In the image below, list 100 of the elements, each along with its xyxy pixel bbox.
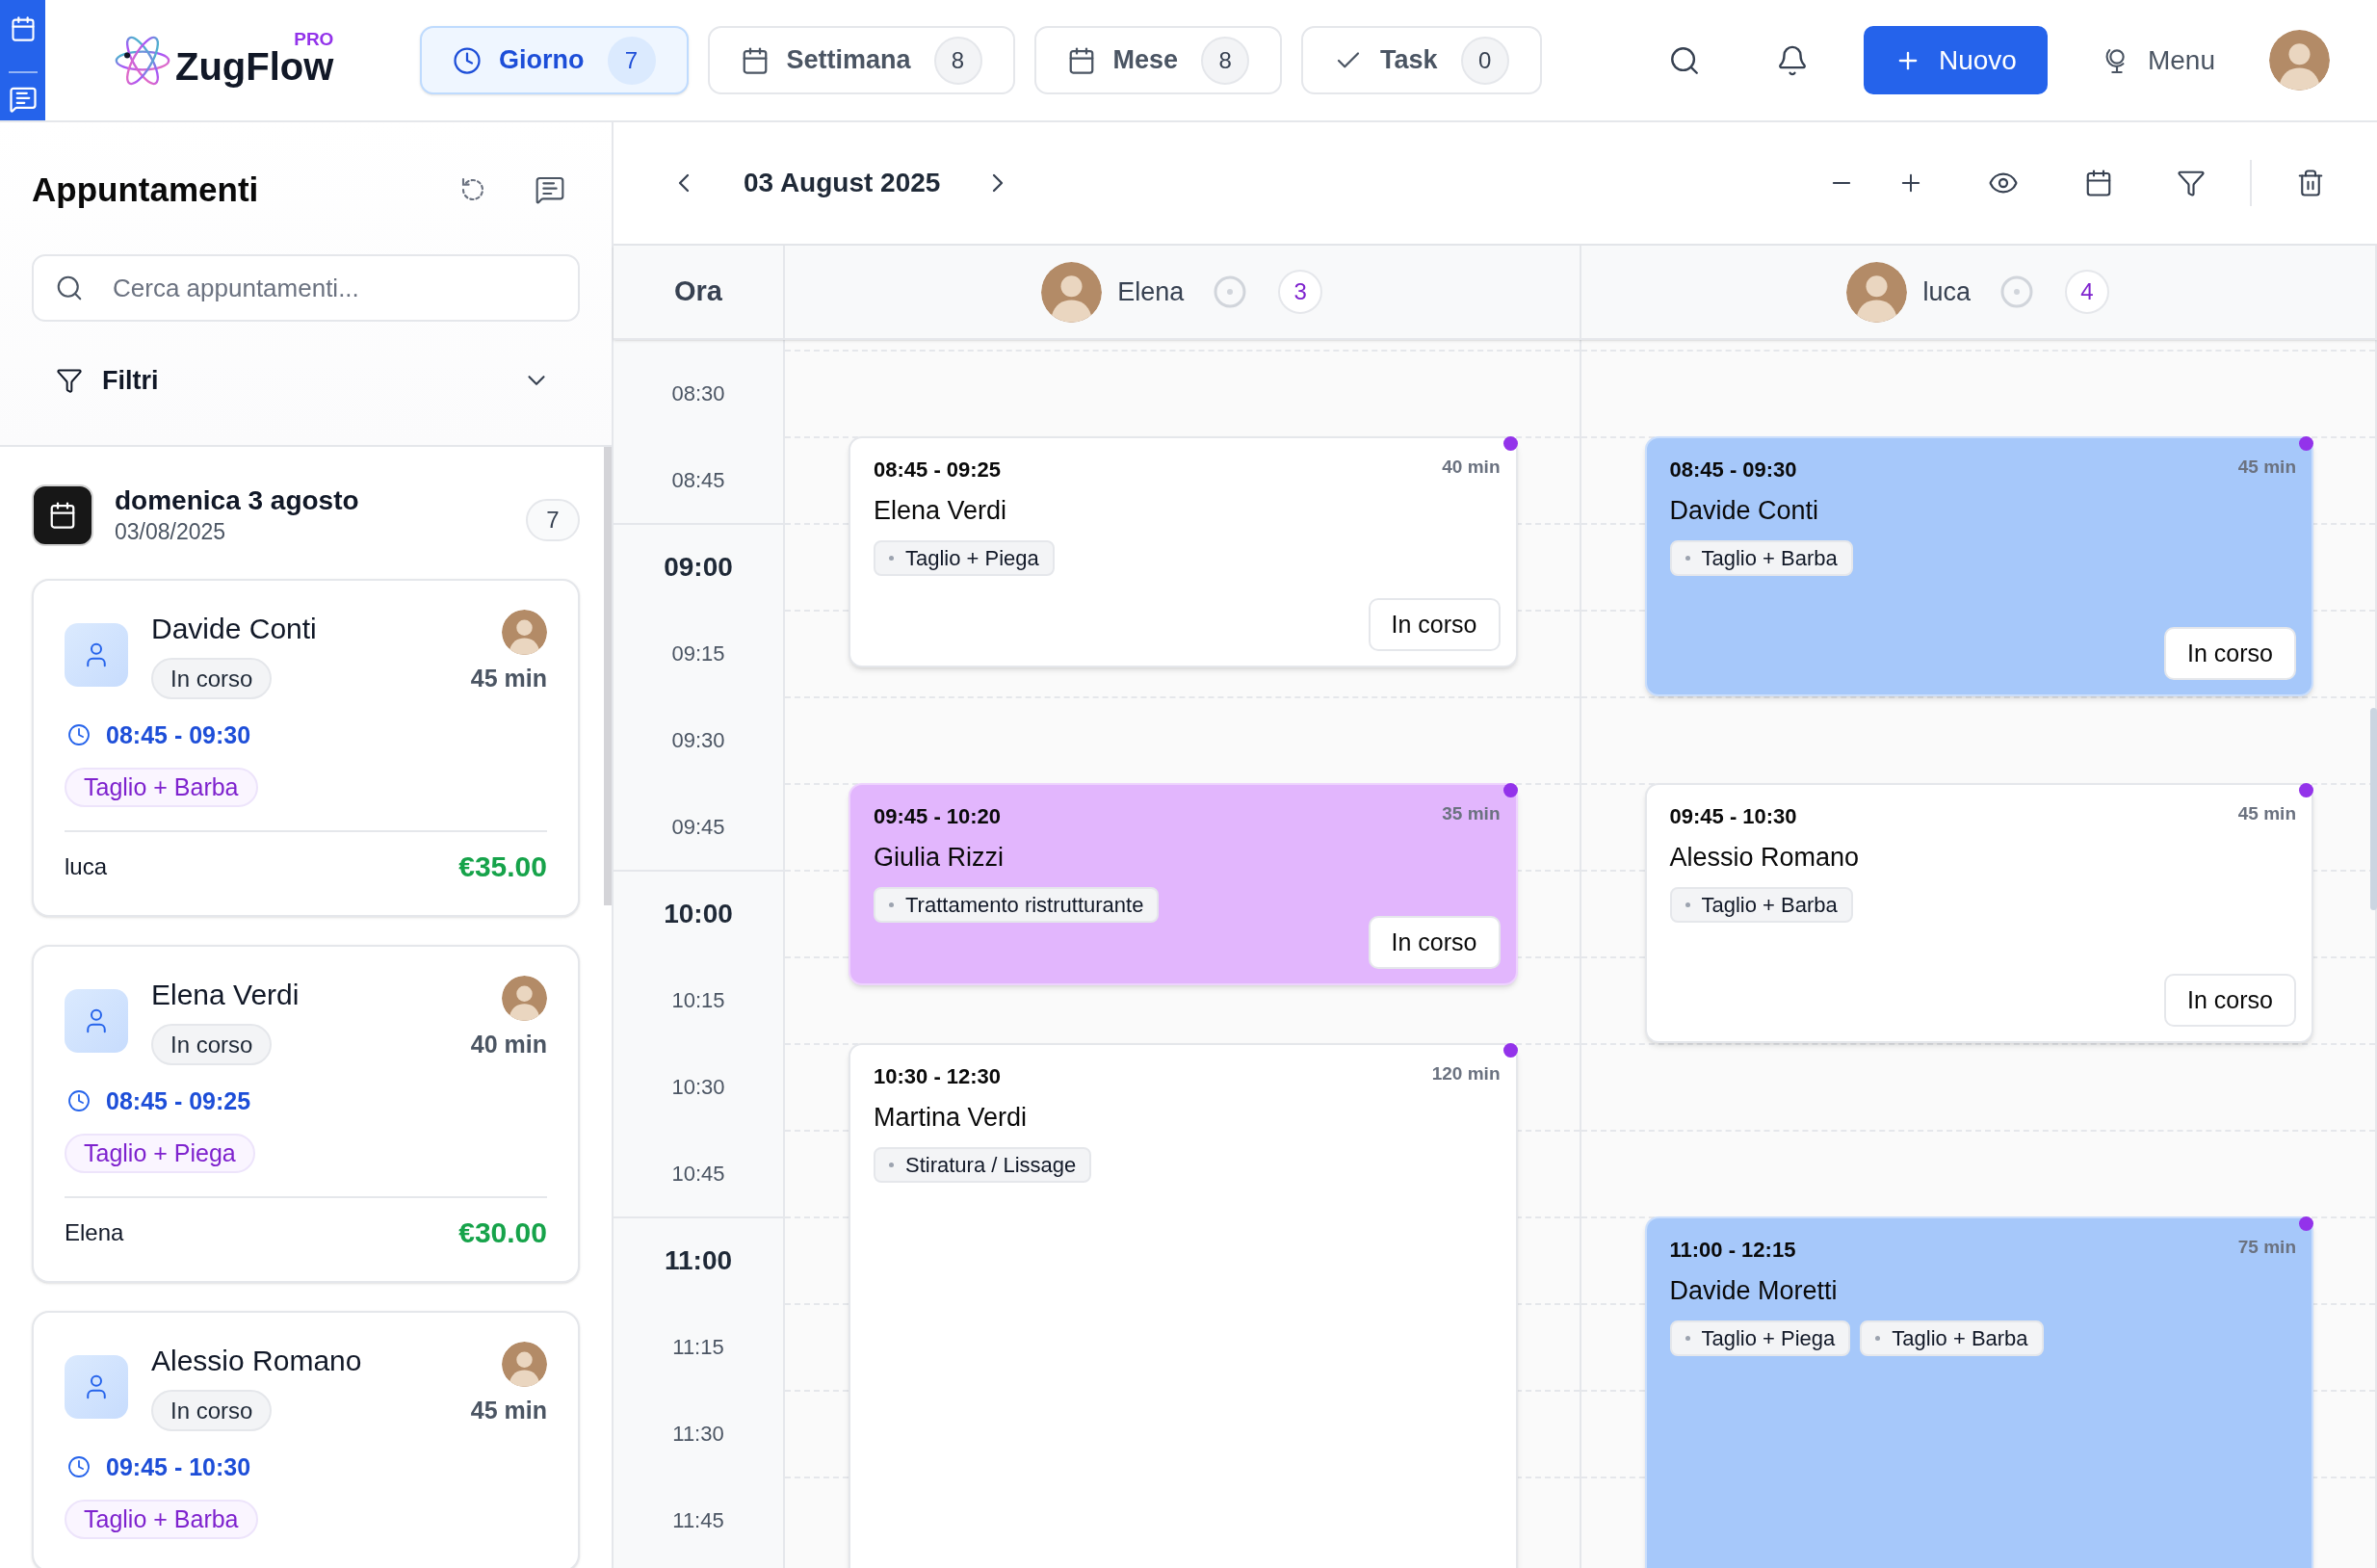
count-badge: 7 (526, 499, 580, 541)
appointment-card[interactable]: Alessio Romano In corso 45 min 09:45 - 10:30 Taglio + Barba (32, 1311, 580, 1568)
chat-icon[interactable] (8, 85, 38, 114)
time-label: 10:30 (671, 1073, 725, 1101)
appointment-card[interactable]: 09:45 - 10:20 35 min Giulia Rizzi Trattamento ristrutturante In corso (849, 783, 1518, 985)
person-icon (65, 1355, 128, 1419)
time-label: 09:00 (664, 551, 733, 584)
trash-icon[interactable] (2296, 169, 2325, 197)
time-label: 10:45 (671, 1160, 725, 1188)
calendar-icon (32, 484, 93, 546)
duration-text: 45 min (470, 664, 547, 693)
appointment-card[interactable]: 08:45 - 09:30 45 min Davide Conti Taglio + Barba In corso (1644, 436, 2313, 696)
time-label: 11:00 (664, 1244, 733, 1277)
funnel-icon[interactable] (2177, 169, 2206, 197)
clock-icon (67, 723, 91, 746)
duration-text: 45 min (2237, 456, 2296, 479)
count-badge: 7 (607, 36, 656, 85)
appointment-card[interactable]: Elena Verdi In corso 40 min 08:45 - 09:25 Taglio + Piega Elena €30.00 (32, 945, 580, 1283)
time-label: 08:45 (671, 466, 725, 494)
count-badge: 4 (2065, 270, 2109, 314)
status-button[interactable]: In corso (1368, 598, 1501, 651)
time-label: 09:15 (671, 640, 725, 667)
staff-avatar (502, 610, 547, 655)
client-name: Giulia Rizzi (874, 842, 1006, 874)
client-name: Martina Verdi (874, 1102, 1029, 1134)
client-name: Elena Verdi (874, 495, 1008, 527)
time-range: 08:45 - 09:30 (1669, 457, 1797, 483)
circle-dot-icon[interactable] (1999, 274, 2034, 309)
view-tab[interactable]: Task 0 (1301, 26, 1542, 94)
client-name: Davide Moretti (1669, 1275, 1839, 1307)
staff-avatar (502, 976, 547, 1021)
staff-name: Elena (1117, 275, 1185, 308)
bullet-icon (1875, 1336, 1881, 1341)
calendar-icon[interactable] (2084, 169, 2113, 197)
person-icon (65, 989, 128, 1053)
clock-icon (67, 1455, 91, 1478)
duration-text: 35 min (1442, 802, 1501, 825)
time-range: 08:45 - 09:25 (106, 1086, 251, 1115)
search-icon (55, 274, 84, 302)
staff-avatar (1846, 261, 1908, 323)
status-pill: In corso (151, 1390, 273, 1431)
appointment-card[interactable]: 11:00 - 12:15 75 min Davide Moretti Taglio + Piega Taglio + Barba (1644, 1216, 2313, 1568)
current-date: 03 August 2025 (744, 167, 941, 199)
time-range: 11:00 - 12:15 (1669, 1237, 1796, 1264)
time-label: 09:30 (671, 726, 725, 754)
appointment-card[interactable]: 10:30 - 12:30 120 min Martina Verdi Stiratura / Lissage (849, 1043, 1518, 1568)
chat-icon[interactable] (535, 174, 565, 205)
duration-text: 45 min (2237, 802, 2296, 825)
time-label: 08:30 (671, 379, 725, 407)
new-button[interactable]: Nuovo (1863, 26, 2048, 94)
staff-avatar (1041, 261, 1103, 323)
service-chip: Taglio + Barba (1669, 540, 1853, 576)
client-name: Alessio Romano (151, 1344, 362, 1378)
time-label: 11:30 (672, 1420, 724, 1448)
appointment-card[interactable]: 08:45 - 09:25 40 min Elena Verdi Taglio + Piega In corso (849, 436, 1518, 667)
time-label: 10:15 (671, 986, 725, 1014)
staff-avatar (502, 1342, 547, 1387)
time-label: 10:00 (664, 898, 733, 930)
clock-icon (453, 45, 482, 75)
status-button[interactable]: In corso (2164, 627, 2296, 680)
day-date: 03/08/2025 (115, 518, 227, 546)
time-label: 11:15 (672, 1333, 724, 1361)
bullet-icon (889, 1163, 894, 1167)
calendar-icon[interactable] (9, 15, 37, 42)
appointment-card[interactable]: Davide Conti In corso 45 min 08:45 - 09:30 Taglio + Barba luca €35.00 (32, 579, 580, 917)
menu-button[interactable]: Menu (2101, 39, 2215, 81)
appointment-card[interactable]: 09:45 - 10:30 45 min Alessio Romano Taglio + Barba In corso (1644, 783, 2313, 1043)
count-badge: 3 (1278, 270, 1323, 314)
day-title: domenica 3 agosto (115, 484, 359, 517)
status-button[interactable]: In corso (2164, 974, 2296, 1027)
filters-toggle[interactable]: Filtri (32, 361, 580, 400)
sidebar-title: Appuntamenti (32, 170, 259, 209)
duration-text: 40 min (1442, 456, 1501, 479)
client-name: Elena Verdi (151, 978, 300, 1012)
scrollbar-thumb[interactable] (604, 447, 612, 905)
view-tab[interactable]: Giorno 7 (420, 26, 689, 94)
time-range: 08:45 - 09:30 (106, 720, 251, 749)
user-avatar (2269, 30, 2330, 91)
client-name: Davide Conti (151, 612, 317, 646)
circle-dot-icon[interactable] (1213, 274, 1248, 309)
view-tab[interactable]: Mese 8 (1033, 26, 1283, 94)
count-badge: 0 (1460, 36, 1509, 85)
time-range: 10:30 - 12:30 (874, 1063, 1002, 1090)
bullet-icon (1685, 1336, 1690, 1341)
service-chip: Taglio + Barba (1669, 887, 1853, 923)
time-label: 11:45 (672, 1506, 724, 1534)
service-chip: Taglio + Barba (1860, 1320, 2044, 1356)
view-tab[interactable]: Settimana 8 (707, 26, 1015, 94)
service-tag: Taglio + Barba (65, 1500, 258, 1539)
staff-name: luca (65, 852, 108, 881)
time-column-header: Ora (674, 274, 722, 309)
bullet-icon (889, 556, 894, 561)
status-button[interactable]: In corso (1368, 916, 1501, 969)
staff-name: luca (1922, 275, 1971, 308)
service-chip: Taglio + Piega (874, 540, 1055, 576)
funnel-icon (56, 367, 83, 394)
search-field[interactable]: Cerca appuntamenti... (32, 254, 580, 322)
person-icon (65, 623, 128, 687)
scrollbar-thumb[interactable] (2370, 708, 2377, 910)
count-badge: 8 (1201, 36, 1250, 85)
